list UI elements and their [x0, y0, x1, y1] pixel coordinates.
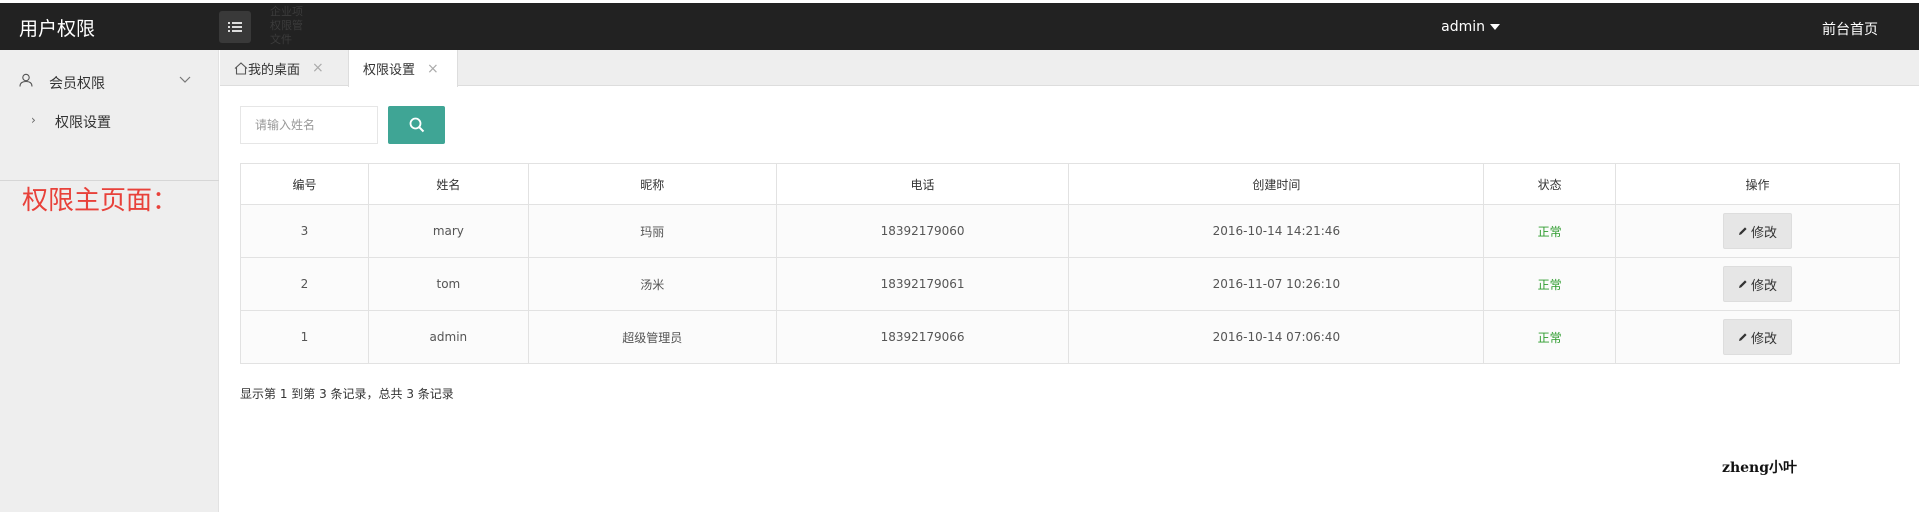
tab-my-desktop[interactable]: 我的桌面 × [234, 50, 324, 86]
column-header-nickname: 昵称 [527, 163, 777, 205]
cell-nickname: 玛丽 [527, 204, 777, 258]
search-input[interactable] [240, 106, 378, 144]
sidebar: 会员权限 › 权限设置 权限主页面： [0, 50, 219, 512]
cell-name: mary [367, 204, 529, 258]
table-row: 1 admin 超级管理员 18392179066 2016-10-14 07:… [240, 310, 1900, 364]
cell-action: 修改 [1615, 204, 1900, 258]
user-name: admin [1441, 19, 1485, 35]
cell-name: tom [367, 257, 529, 311]
column-header-phone: 电话 [775, 163, 1070, 205]
cell-created: 2016-11-07 10:26:10 [1068, 257, 1485, 311]
cell-phone: 18392179061 [775, 257, 1070, 311]
sidebar-item-label: 权限设置 [55, 115, 111, 131]
top-navbar: 用户权限 企业项 权限管 文件 admin 前台首页 [0, 3, 1919, 50]
pagination-info: 显示第 1 到第 3 条记录，总共 3 条记录 [240, 387, 454, 401]
front-page-link[interactable]: 前台首页 [1822, 19, 1878, 39]
column-header-status: 状态 [1483, 163, 1617, 205]
list-icon [228, 22, 242, 32]
cell-action: 修改 [1615, 310, 1900, 364]
sidebar-group-label: 会员权限 [49, 76, 105, 92]
caret-down-icon [1490, 24, 1500, 30]
tab-label: 我的桌面 [248, 62, 301, 78]
user-icon [19, 73, 33, 87]
cell-created: 2016-10-14 07:06:40 [1068, 310, 1485, 364]
cell-id: 1 [240, 310, 369, 364]
tab-label: 权限设置 [363, 63, 416, 78]
cell-nickname: 汤米 [527, 257, 777, 311]
edit-button-label: 修改 [1751, 278, 1778, 294]
tab-bar: 我的桌面 × 权限设置 × [220, 50, 1919, 87]
close-icon[interactable]: × [427, 61, 439, 77]
table-row: 2 tom 汤米 18392179061 2016-11-07 10:26:10… [240, 257, 1900, 311]
home-icon [234, 61, 248, 75]
annotation-note: 权限主页面： [22, 186, 179, 216]
pencil-icon [1739, 280, 1747, 288]
watermark: zheng小叶 [1722, 460, 1798, 476]
cell-name: admin [367, 310, 529, 364]
edit-button-label: 修改 [1751, 225, 1778, 241]
column-header-created: 创建时间 [1068, 163, 1485, 205]
chevron-down-icon [179, 76, 191, 83]
ghost-text: 企业项 权限管 文件 [270, 5, 303, 46]
app-title: 用户权限 [19, 18, 96, 40]
cell-status: 正常 [1483, 310, 1617, 364]
cell-action: 修改 [1615, 257, 1900, 311]
search-icon [409, 117, 424, 133]
cell-status: 正常 [1483, 257, 1617, 311]
column-header-name: 姓名 [367, 163, 529, 205]
user-menu[interactable]: admin [1441, 19, 1500, 35]
chevron-right-icon: › [31, 113, 36, 127]
cell-nickname: 超级管理员 [527, 310, 777, 364]
tab-permission-settings[interactable]: 权限设置 × [348, 50, 458, 87]
table-header-row: 编号 姓名 昵称 电话 创建时间 状态 操作 [240, 163, 1900, 205]
cell-id: 2 [240, 257, 369, 311]
edit-button-label: 修改 [1751, 331, 1778, 347]
cell-phone: 18392179066 [775, 310, 1070, 364]
cell-id: 3 [240, 204, 369, 258]
sidebar-item-permission-settings[interactable]: › 权限设置 [0, 106, 219, 134]
edit-button[interactable]: 修改 [1723, 319, 1793, 355]
users-table: 编号 姓名 昵称 电话 创建时间 状态 操作 3 mary 玛丽 1839217… [240, 163, 1900, 364]
column-header-action: 操作 [1615, 163, 1900, 205]
search-button[interactable] [388, 106, 445, 144]
menu-toggle-button[interactable] [219, 11, 251, 43]
cell-phone: 18392179060 [775, 204, 1070, 258]
edit-button[interactable]: 修改 [1723, 266, 1793, 302]
close-icon[interactable]: × [312, 60, 324, 76]
sidebar-group-member-permissions[interactable]: 会员权限 [0, 66, 219, 94]
column-header-id: 编号 [240, 163, 369, 205]
pencil-icon [1739, 227, 1747, 235]
table-row: 3 mary 玛丽 18392179060 2016-10-14 14:21:4… [240, 204, 1900, 258]
cell-status: 正常 [1483, 204, 1617, 258]
edit-button[interactable]: 修改 [1723, 213, 1793, 249]
pencil-icon [1739, 333, 1747, 341]
cell-created: 2016-10-14 14:21:46 [1068, 204, 1485, 258]
